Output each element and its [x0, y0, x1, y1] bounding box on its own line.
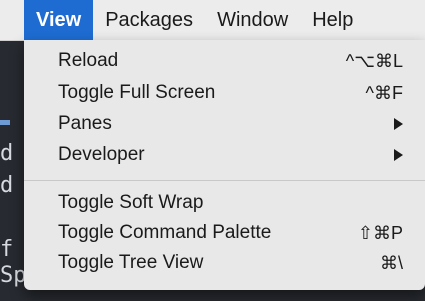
menu-bar: View Packages Window Help [0, 0, 425, 41]
menu-window[interactable]: Window [205, 0, 300, 40]
menu-item-toggle-soft-wrap[interactable]: Toggle Soft Wrap [24, 188, 425, 218]
view-dropdown-menu: Reload ^⌥⌘L Toggle Full Screen ^⌘F Panes… [24, 40, 425, 290]
submenu-arrow-icon [394, 118, 403, 130]
menu-item-toggle-command-palette[interactable]: Toggle Command Palette ⇧⌘P [24, 218, 425, 248]
code-line: d [0, 141, 14, 166]
menu-separator [24, 180, 425, 181]
menu-item-label: Developer [58, 144, 145, 165]
editor-accent-marker [0, 120, 10, 125]
code-line: d [0, 173, 14, 198]
menu-item-developer[interactable]: Developer [24, 140, 425, 170]
menu-item-shortcut: ^⌘F [365, 82, 403, 103]
menu-item-label: Toggle Soft Wrap [58, 192, 204, 213]
menu-view[interactable]: View [24, 0, 94, 40]
menu-item-panes[interactable]: Panes [24, 109, 425, 139]
menu-packages[interactable]: Packages [93, 0, 205, 40]
menu-item-shortcut: ^⌥⌘L [345, 50, 403, 71]
menu-item-toggle-tree-view[interactable]: Toggle Tree View ⌘\ [24, 248, 425, 278]
menu-help[interactable]: Help [300, 0, 365, 40]
code-line: f [0, 237, 14, 262]
menu-item-label: Toggle Command Palette [58, 222, 272, 243]
menu-item-label: Toggle Full Screen [58, 82, 216, 103]
menu-item-toggle-full-screen[interactable]: Toggle Full Screen ^⌘F [24, 78, 425, 108]
menu-item-shortcut: ⌘\ [379, 252, 403, 273]
menu-item-label: Toggle Tree View [58, 252, 204, 273]
menu-item-reload[interactable]: Reload ^⌥⌘L [24, 46, 425, 76]
menu-item-label: Reload [58, 50, 119, 71]
menu-item-label: Panes [58, 113, 112, 134]
menu-item-shortcut: ⇧⌘P [357, 222, 403, 243]
submenu-arrow-icon [394, 149, 403, 161]
